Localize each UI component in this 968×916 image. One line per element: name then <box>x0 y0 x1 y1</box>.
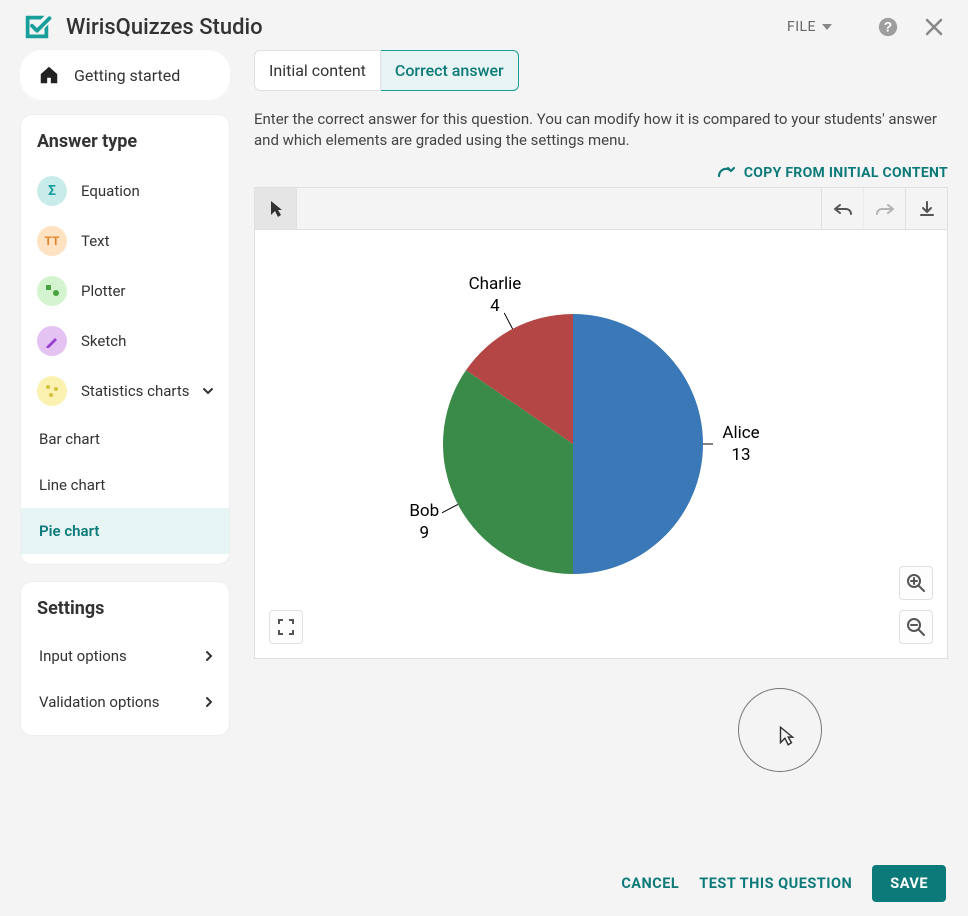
type-equation-label: Equation <box>81 182 140 200</box>
zoom-out-icon <box>906 617 926 637</box>
fullscreen-icon <box>277 618 295 636</box>
answer-type-card: Answer type Σ Equation TT Text Plotter S… <box>20 114 230 565</box>
help-icon: ? <box>877 16 899 38</box>
instructions-text: Enter the correct answer for this questi… <box>254 109 948 151</box>
pie-label-bob: Bob9 <box>384 500 464 544</box>
home-icon <box>38 64 60 86</box>
chevron-right-icon <box>203 650 215 662</box>
pie-slice-alice <box>573 314 703 574</box>
copy-from-initial-label: COPY FROM INITIAL CONTENT <box>744 165 948 181</box>
type-text[interactable]: TT Text <box>21 216 229 266</box>
undo-icon <box>832 202 854 216</box>
pie-chart <box>433 304 713 584</box>
sketch-icon <box>37 326 67 356</box>
type-sketch[interactable]: Sketch <box>21 316 229 366</box>
type-sketch-label: Sketch <box>81 332 126 350</box>
zoom-out-button[interactable] <box>899 610 933 644</box>
type-plotter-label: Plotter <box>81 282 126 300</box>
redo-icon <box>874 202 896 216</box>
sigma-icon: Σ <box>37 176 67 206</box>
type-text-label: Text <box>81 232 110 250</box>
tab-initial-content[interactable]: Initial content <box>254 50 381 91</box>
settings-heading: Settings <box>37 598 229 619</box>
tool-pointer[interactable] <box>255 188 297 229</box>
pie-label-alice: Alice13 <box>701 422 781 466</box>
download-button[interactable] <box>905 188 947 229</box>
nav-getting-started[interactable]: Getting started <box>20 50 230 100</box>
settings-validation-options[interactable]: Validation options <box>21 679 229 725</box>
download-icon <box>918 200 936 218</box>
cancel-button[interactable]: CANCEL <box>621 875 679 892</box>
type-equation[interactable]: Σ Equation <box>21 166 229 216</box>
settings-input-label: Input options <box>39 647 127 665</box>
text-icon: TT <box>37 226 67 256</box>
save-button[interactable]: SAVE <box>872 865 946 902</box>
close-icon <box>925 18 943 36</box>
file-menu[interactable]: FILE <box>787 19 832 35</box>
settings-validation-label: Validation options <box>39 693 160 711</box>
settings-card: Settings Input options Validation option… <box>20 581 230 736</box>
tab-correct-answer[interactable]: Correct answer <box>381 50 519 91</box>
statistics-icon <box>37 376 67 406</box>
chevron-right-icon <box>203 696 215 708</box>
redo-button[interactable] <box>863 188 905 229</box>
app-title: WirisQuizzes Studio <box>66 15 263 40</box>
pie-label-charlie: Charlie4 <box>455 273 535 317</box>
svg-text:?: ? <box>884 20 892 35</box>
type-plotter[interactable]: Plotter <box>21 266 229 316</box>
help-button[interactable]: ? <box>874 13 902 41</box>
fullscreen-button[interactable] <box>269 610 303 644</box>
chevron-down-icon <box>201 384 215 398</box>
test-question-button[interactable]: TEST THIS QUESTION <box>699 875 852 892</box>
chart-canvas-panel: Alice13 Bob9 Charlie4 <box>254 187 948 659</box>
undo-button[interactable] <box>821 188 863 229</box>
close-button[interactable] <box>920 13 948 41</box>
file-menu-label: FILE <box>787 19 816 35</box>
zoom-in-button[interactable] <box>899 566 933 600</box>
sub-line-chart[interactable]: Line chart <box>21 462 229 508</box>
app-logo: WirisQuizzes Studio <box>22 12 263 42</box>
copy-from-initial-button[interactable]: COPY FROM INITIAL CONTENT <box>254 165 948 181</box>
settings-input-options[interactable]: Input options <box>21 633 229 679</box>
sub-pie-chart[interactable]: Pie chart <box>21 508 229 554</box>
logo-check-icon <box>22 12 52 42</box>
pointer-icon <box>268 199 284 219</box>
nav-getting-started-label: Getting started <box>74 66 180 85</box>
answer-type-heading: Answer type <box>37 131 229 152</box>
redo-arrow-icon <box>716 166 736 180</box>
type-statistics[interactable]: Statistics charts <box>21 366 229 416</box>
caret-down-icon <box>822 24 832 30</box>
plotter-icon <box>37 276 67 306</box>
sub-bar-chart[interactable]: Bar chart <box>21 416 229 462</box>
type-statistics-label: Statistics charts <box>81 382 190 400</box>
plot-area[interactable]: Alice13 Bob9 Charlie4 <box>255 230 947 658</box>
zoom-in-icon <box>906 573 926 593</box>
